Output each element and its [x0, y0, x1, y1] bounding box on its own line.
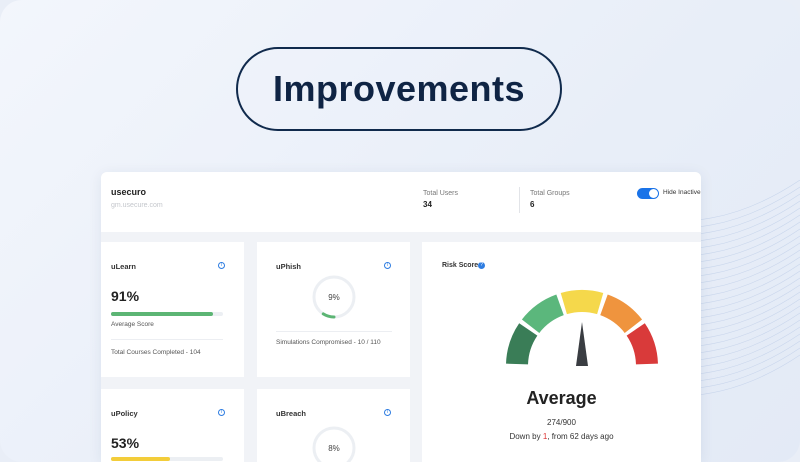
uphish-card[interactable]: uPhish i 9% Simulations Compromised - 10…	[257, 242, 410, 377]
gauge-segment	[521, 294, 564, 333]
ulearn-percent: 91%	[111, 288, 140, 304]
info-icon[interactable]: i	[384, 262, 391, 269]
upolicy-progress-fill	[111, 457, 171, 461]
trend-prefix: Down by	[509, 432, 543, 441]
risk-gauge	[506, 290, 658, 366]
gauge-segment	[626, 323, 658, 365]
upolicy-progress-bar	[111, 457, 223, 461]
risk-score-title: Risk Score	[442, 262, 479, 269]
risk-score-card[interactable]: Risk Score ? Average 274/900 Down by 1, …	[422, 242, 701, 462]
ulearn-title: uLearn	[111, 262, 137, 271]
risk-trend: Down by 1, from 62 days ago	[422, 432, 701, 441]
total-groups-value: 6	[530, 200, 535, 209]
info-icon[interactable]: i	[384, 409, 391, 416]
ulearn-score-label: Average Score	[111, 321, 154, 328]
info-icon[interactable]: i	[218, 262, 225, 269]
ulearn-progress-fill	[111, 312, 213, 316]
total-users-value: 34	[423, 200, 432, 209]
hide-inactive-toggle[interactable]	[637, 188, 659, 199]
upolicy-card[interactable]: uPolicy i 53%	[101, 389, 244, 462]
gauge-segment	[600, 294, 643, 333]
ulearn-footer: Total Courses Completed - 104	[111, 349, 201, 356]
banner-title: Improvements	[272, 68, 526, 109]
divider	[111, 339, 223, 340]
uphish-footer: Simulations Compromised - 10 / 110	[276, 339, 381, 346]
info-icon[interactable]: i	[218, 409, 225, 416]
ulearn-card[interactable]: uLearn i 91% Average Score Total Courses…	[101, 242, 244, 377]
help-icon[interactable]: ?	[478, 262, 485, 269]
dashboard-panel: usecuro gm.usecure.com Total Users 34 To…	[101, 172, 701, 462]
header-divider	[519, 187, 520, 213]
risk-level: Average	[526, 388, 597, 408]
gauge-segment	[506, 323, 538, 365]
ubreach-percent: 8%	[328, 444, 340, 453]
org-domain: gm.usecure.com	[111, 202, 163, 209]
ulearn-progress-bar	[111, 312, 223, 316]
upolicy-title: uPolicy	[111, 409, 138, 418]
upolicy-percent: 53%	[111, 435, 140, 451]
trend-suffix: , from 62 days ago	[547, 432, 614, 441]
ubreach-card[interactable]: uBreach i 8%	[257, 389, 410, 462]
gauge-needle	[576, 322, 588, 366]
risk-score-value: 274/900	[547, 418, 576, 427]
total-users-label: Total Users	[423, 190, 459, 197]
gauge-segment	[560, 290, 604, 315]
uphish-title: uPhish	[276, 262, 302, 271]
dashboard-header: usecuro gm.usecure.com Total Users 34 To…	[101, 172, 701, 232]
ubreach-title: uBreach	[276, 409, 307, 418]
uphish-percent: 9%	[328, 293, 340, 302]
improvements-banner: Improvements	[236, 47, 562, 131]
hide-inactive-label: Hide Inactive	[663, 189, 701, 196]
org-name: usecuro	[111, 187, 147, 197]
divider	[276, 331, 392, 332]
total-groups-label: Total Groups	[530, 190, 570, 197]
